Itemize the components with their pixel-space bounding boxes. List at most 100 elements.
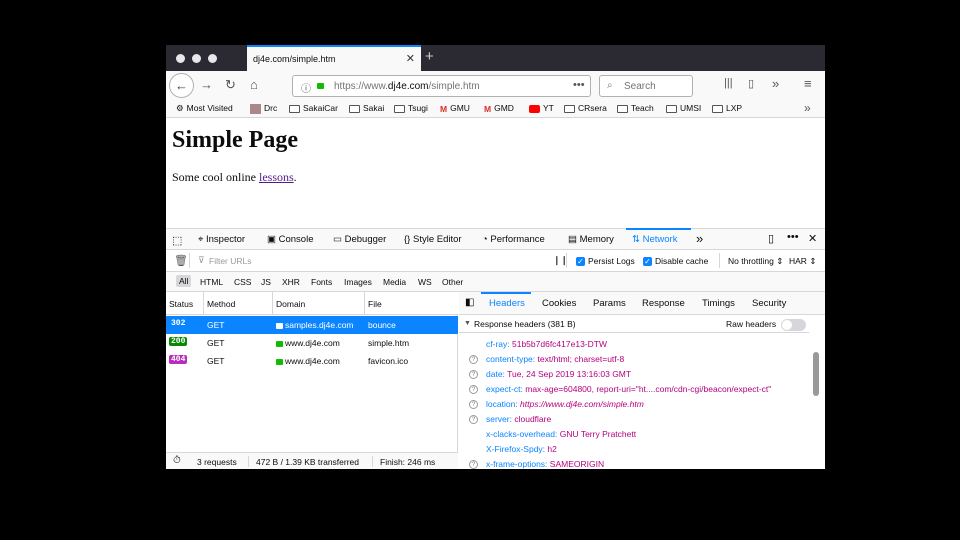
bookmarks-overflow-icon[interactable]: » xyxy=(804,101,811,115)
status-badge: 200 xyxy=(169,337,188,346)
gmail-icon: M xyxy=(484,103,492,114)
responsive-design-icon[interactable]: ▯ xyxy=(768,232,774,245)
overflow-chevron-icon[interactable]: » xyxy=(772,76,779,91)
tab-memory[interactable]: ▤ Memory xyxy=(568,234,614,245)
tab-security[interactable]: Security xyxy=(752,298,786,309)
divider xyxy=(719,253,720,268)
back-button[interactable]: ← xyxy=(169,73,194,98)
reload-icon[interactable]: ↻ xyxy=(225,77,236,93)
browser-tab[interactable]: dj4e.com/simple.htm ✕ xyxy=(247,45,421,71)
bookmark-umsi[interactable]: UMSI xyxy=(666,103,701,113)
column-status[interactable]: Status xyxy=(169,299,193,309)
bookmark-tsugi[interactable]: Tsugi xyxy=(394,103,428,113)
page-actions-icon[interactable]: ••• xyxy=(573,79,585,91)
new-tab-icon[interactable]: + xyxy=(425,48,434,65)
bookmark-lxp[interactable]: LXP xyxy=(712,103,742,113)
tab-response[interactable]: Response xyxy=(642,298,685,309)
close-tab-icon[interactable]: ✕ xyxy=(406,52,415,65)
close-devtools-icon[interactable]: ✕ xyxy=(808,232,817,245)
disable-cache-checkbox[interactable]: ✓ Disable cache xyxy=(643,256,708,267)
filter-icon: ⊽ xyxy=(198,255,205,265)
filter-css[interactable]: CSS xyxy=(234,277,251,287)
bookmark-sakaicar[interactable]: SakaiCar xyxy=(289,103,338,113)
throttling-select[interactable]: No throttling ⇕ xyxy=(728,256,783,267)
tab-style-editor[interactable]: {} Style Editor xyxy=(404,234,462,245)
forward-button[interactable]: → xyxy=(200,77,213,92)
devtools-menu-icon[interactable]: ••• xyxy=(787,231,799,243)
filter-media[interactable]: Media xyxy=(383,277,406,287)
more-tools-chevron-icon[interactable]: » xyxy=(696,231,703,246)
help-icon[interactable]: ? xyxy=(469,355,478,365)
stopwatch-icon[interactable]: ⏱ xyxy=(173,455,181,466)
help-icon[interactable]: ? xyxy=(469,385,478,395)
tab-console[interactable]: ▣ Console xyxy=(267,234,313,245)
bookmark-drc[interactable]: Drc xyxy=(250,103,277,114)
info-icon[interactable]: ⓘ xyxy=(301,80,311,95)
browser-window: dj4e.com/simple.htm ✕ + ← → ↻ ⌂ ⓘ https:… xyxy=(166,45,825,469)
tab-headers[interactable]: Headers xyxy=(489,298,525,309)
request-file: favicon.ico xyxy=(368,356,409,366)
bookmark-yt[interactable]: YT xyxy=(529,103,554,113)
tab-timings[interactable]: Timings xyxy=(702,298,735,309)
bookmark-gmu[interactable]: M GMU xyxy=(440,103,470,114)
request-file: simple.htm xyxy=(368,338,410,348)
table-row[interactable]: 404 GET www.dj4e.com favicon.ico xyxy=(166,352,458,370)
url-bar[interactable]: ⓘ https://www.dj4e.com/simple.htm ••• xyxy=(292,75,591,97)
response-headers-section[interactable]: ▼ Response headers (381 B) Raw headers xyxy=(459,315,809,333)
youtube-icon xyxy=(529,104,540,113)
bookmark-teach[interactable]: Teach xyxy=(617,103,654,113)
close-window-button[interactable] xyxy=(176,54,185,63)
lessons-link[interactable]: lessons xyxy=(259,170,294,184)
library-icon[interactable]: ||| xyxy=(724,77,733,89)
filter-xhr[interactable]: XHR xyxy=(282,277,300,287)
help-icon[interactable]: ? xyxy=(469,415,478,425)
bookmark-crsera[interactable]: CRsera xyxy=(564,103,607,113)
request-domain: www.dj4e.com xyxy=(276,356,340,366)
column-method[interactable]: Method xyxy=(207,299,235,309)
bookmark-most-visited[interactable]: ⚙ Most Visited xyxy=(176,103,233,114)
home-icon[interactable]: ⌂ xyxy=(250,77,258,92)
persist-logs-checkbox[interactable]: ✓ Persist Logs xyxy=(576,256,635,267)
filter-other[interactable]: Other xyxy=(442,277,463,287)
status-badge: 404 xyxy=(169,355,188,364)
debugger-icon: ▭ xyxy=(333,234,345,245)
tab-inspector[interactable]: ⌖ Inspector xyxy=(198,234,245,245)
filter-js[interactable]: JS xyxy=(261,277,271,287)
table-row[interactable]: 200 GET www.dj4e.com simple.htm xyxy=(166,334,458,352)
column-domain[interactable]: Domain xyxy=(276,299,305,309)
menu-icon[interactable]: ≡ xyxy=(804,76,812,91)
filter-urls-input[interactable]: Filter URLs xyxy=(209,256,252,266)
devtools-toolbar: ⬚ ⌖ Inspector ▣ Console ▭ Debugger {} St… xyxy=(166,228,825,250)
toggle-sidebar-icon[interactable]: ◧ xyxy=(465,297,474,308)
filter-html[interactable]: HTML xyxy=(200,277,223,287)
filter-all[interactable]: All xyxy=(176,275,192,287)
filter-fonts[interactable]: Fonts xyxy=(311,277,332,287)
tab-cookies[interactable]: Cookies xyxy=(542,298,576,309)
scrollbar[interactable] xyxy=(813,352,819,396)
har-menu[interactable]: HAR ⇕ xyxy=(789,256,816,267)
help-icon[interactable]: ? xyxy=(469,370,478,380)
tab-params[interactable]: Params xyxy=(593,298,626,309)
tab-network[interactable]: ⇅ Network xyxy=(632,234,677,245)
raw-headers-toggle[interactable] xyxy=(781,319,806,331)
console-icon: ▣ xyxy=(267,234,279,245)
search-box[interactable]: ⌕ Search xyxy=(599,75,693,97)
help-icon[interactable]: ? xyxy=(469,460,478,469)
element-picker-icon[interactable]: ⬚ xyxy=(172,234,182,247)
sidebar-icon[interactable]: ▯ xyxy=(748,77,754,90)
inspector-icon: ⌖ xyxy=(198,234,206,245)
help-icon[interactable]: ? xyxy=(469,400,478,410)
minimize-window-button[interactable] xyxy=(192,54,201,63)
filter-images[interactable]: Images xyxy=(344,277,372,287)
trash-icon[interactable]: 🗑 xyxy=(174,254,188,267)
table-row[interactable]: 302 GET samples.dj4e.com bounce xyxy=(166,316,458,334)
bookmark-sakai[interactable]: Sakai xyxy=(349,103,384,113)
tab-performance[interactable]: ◔ Performance xyxy=(482,234,545,245)
bookmark-gmd[interactable]: M GMD xyxy=(484,103,514,114)
filter-ws[interactable]: WS xyxy=(418,277,432,287)
tab-title: dj4e.com/simple.htm xyxy=(253,54,336,64)
tab-debugger[interactable]: ▭ Debugger xyxy=(333,234,386,245)
network-status-bar: ⏱ 3 requests 472 B / 1.39 KB transferred… xyxy=(166,452,458,469)
zoom-window-button[interactable] xyxy=(208,54,217,63)
column-file[interactable]: File xyxy=(368,299,382,309)
